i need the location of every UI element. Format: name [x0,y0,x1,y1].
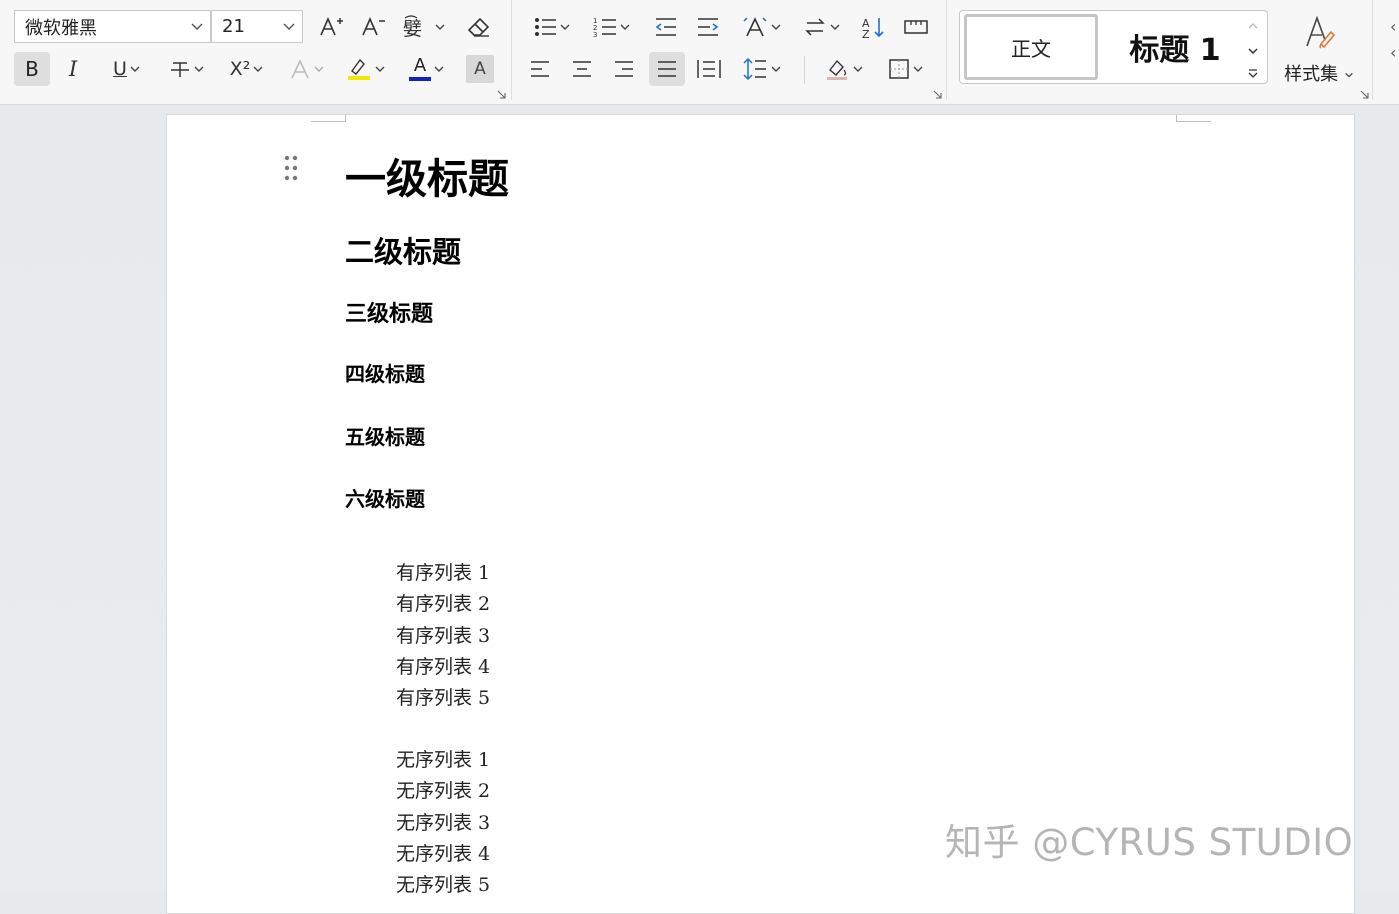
underline-button[interactable]: U [104,52,150,86]
grow-font-icon[interactable] [314,10,348,44]
list-item[interactable]: 有序列表 4 [396,652,490,683]
superscript-label: X² [229,58,251,80]
char-shading-button[interactable]: A [466,55,494,83]
paragraph-dialog-launcher-icon[interactable] [933,90,942,99]
gallery-scroll[interactable] [1243,15,1263,79]
font-size-combo[interactable]: 21 [211,10,303,43]
style-set-button[interactable]: 样式集 [1278,10,1360,86]
ordered-list: 有序列表 1 有序列表 2 有序列表 3 有序列表 4 有序列表 5 [396,558,490,714]
align-left-icon[interactable] [524,52,556,86]
font-dialog-launcher-icon[interactable] [497,90,506,99]
bold-button[interactable]: B [14,52,50,86]
style-set-icon [1306,15,1336,49]
svg-text:Z: Z [862,28,870,39]
unordered-list: 无序列表 1 无序列表 2 无序列表 3 无序列表 4 无序列表 5 [396,745,490,901]
font-color-label: A [413,55,427,76]
style-set-label: 样式集 [1284,64,1339,85]
borders-button[interactable] [882,52,930,86]
list-item[interactable]: 有序列表 1 [396,558,490,589]
styles-gallery: 正文 标题 1 [959,10,1268,84]
phonetic-guide-icon[interactable]: 嬖 [400,10,448,44]
list-item[interactable]: 无序列表 1 [396,745,490,776]
chevron-down-icon[interactable] [276,20,302,34]
style-heading-1[interactable]: 标题 1 [1110,14,1240,80]
font-name-combo[interactable]: 微软雅黑 [14,10,211,43]
superscript-button[interactable]: X² [224,52,270,86]
more-ribbon-edge: ‹ ‹ [1390,17,1397,62]
list-item[interactable]: 无序列表 5 [396,870,490,901]
char-shading-label: A [474,59,486,79]
font-color-button[interactable]: A [404,52,450,86]
justify-icon[interactable] [649,52,685,86]
list-item[interactable]: 无序列表 2 [396,776,490,807]
list-item[interactable]: 无序列表 3 [396,808,490,839]
text-effect-icon[interactable] [284,52,330,86]
list-item[interactable]: 无序列表 4 [396,839,490,870]
margin-mark-left [311,115,346,122]
ribbon-toolbar: 微软雅黑 21 嬖 B I U X² A A 1 2 3 A Z 正文 标题 1… [0,0,1399,105]
list-item[interactable]: 有序列表 5 [396,683,490,714]
list-item[interactable]: 有序列表 2 [396,589,490,620]
clear-format-icon[interactable] [462,10,496,44]
style-normal[interactable]: 正文 [964,14,1098,80]
distribute-icon[interactable] [692,52,726,86]
sort-icon[interactable]: AZ [858,10,890,44]
drag-handle-icon[interactable] [284,155,298,181]
show-marks-icon[interactable] [900,10,932,44]
heading-1[interactable]: 一级标题 [345,145,509,205]
chevron-down-icon [1345,72,1353,78]
shrink-font-icon[interactable] [356,10,390,44]
heading-2[interactable]: 二级标题 [345,229,461,271]
italic-label: I [68,57,78,81]
svg-text:3: 3 [593,31,597,38]
numbered-list-button[interactable]: 123 [588,10,636,44]
convert-text-button[interactable] [800,10,844,44]
watermark: 知乎 @CYRUS STUDIO [945,821,1354,864]
list-item[interactable]: 有序列表 3 [396,621,490,652]
highlight-color-button[interactable] [343,52,389,86]
decrease-indent-icon[interactable] [650,10,682,44]
text-direction-button[interactable] [738,10,786,44]
bold-label: B [25,57,39,81]
bullet-list-button[interactable] [528,10,576,44]
font-name-value: 微软雅黑 [25,17,97,39]
font-color-swatch [409,77,431,81]
increase-indent-icon[interactable] [692,10,724,44]
italic-button[interactable]: I [58,52,88,86]
underline-label: U [113,58,127,80]
strikethrough-button[interactable] [164,52,210,86]
svg-text:嬖: 嬖 [403,18,422,40]
styles-dialog-launcher-icon[interactable] [1360,90,1369,99]
heading-4[interactable]: 四级标题 [345,358,425,387]
divider [804,56,805,84]
chevron-down-icon[interactable] [184,20,210,34]
heading-5[interactable]: 五级标题 [345,421,425,450]
heading-6[interactable]: 六级标题 [345,483,425,512]
line-spacing-button[interactable] [738,52,786,86]
heading-3[interactable]: 三级标题 [345,296,433,328]
align-center-icon[interactable] [566,52,598,86]
shading-button[interactable] [820,52,868,86]
font-size-value: 21 [222,16,245,37]
margin-mark-right [1176,115,1211,122]
align-right-icon[interactable] [608,52,640,86]
